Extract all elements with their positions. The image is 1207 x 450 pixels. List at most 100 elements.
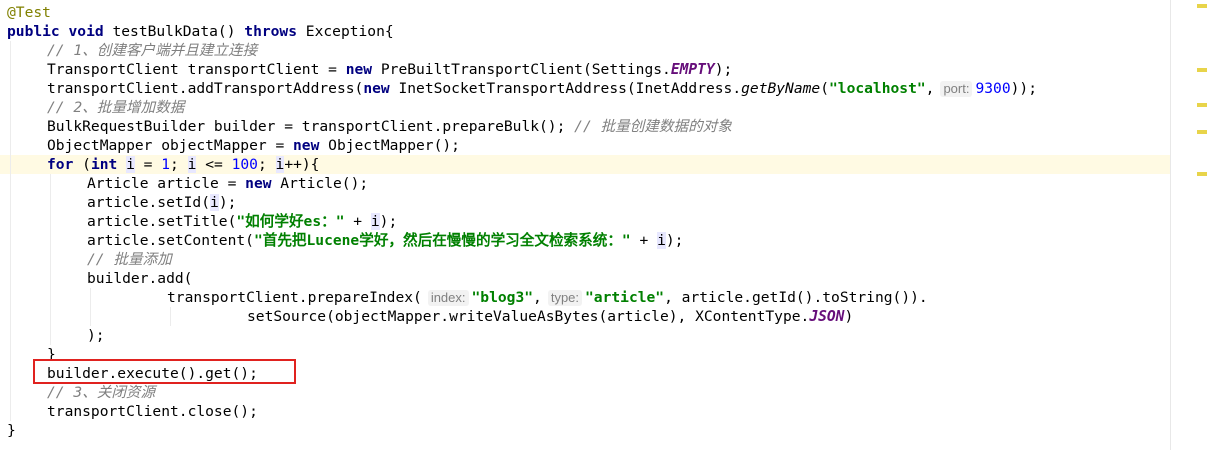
parameter-hint: port: (940, 81, 973, 97)
code-line: BulkRequestBuilder builder = transportCl… (0, 117, 1170, 136)
comment: // 1、创建客户端并且建立连接 (47, 42, 258, 59)
keyword: new (363, 80, 390, 97)
code-text: setSource(objectMapper.writeValueAsBytes… (247, 308, 810, 325)
keyword: for (47, 156, 74, 173)
code-line: public void testBulkData() throws Except… (0, 22, 1170, 41)
code-line: // 1、创建客户端并且建立连接 (0, 41, 1170, 60)
keyword: new (345, 61, 373, 78)
code-text: + (344, 213, 371, 230)
number-literal: 1 (161, 156, 171, 173)
code-text: , article.getId().toString()). (664, 289, 928, 306)
code-text: Article(); (271, 175, 369, 192)
code-text: ( (73, 156, 91, 173)
parameter-hint: index: (427, 290, 469, 306)
highlight-box (33, 359, 296, 384)
code-text: article.setId( (87, 194, 211, 211)
code-line-current: for (int i = 1; i <= 100; i++){ (0, 155, 1170, 174)
warning-marker[interactable] (1197, 130, 1207, 134)
string-literal: "首先把Lucene学好，然后在慢慢的学习全文检索系统：" (253, 232, 631, 249)
comment: // 2、批量增加数据 (47, 99, 185, 116)
parameter-hint: type: (547, 290, 583, 306)
code-text: + (630, 232, 658, 249)
code-text: } (7, 422, 16, 439)
code-line: article.setTitle("如何学好es：" + i); (0, 212, 1170, 231)
code-text: , (533, 289, 542, 306)
code-text: Article article = (87, 175, 246, 192)
string-literal: "article" (585, 289, 665, 306)
code-text: ; (170, 156, 188, 173)
code-editor[interactable]: @Test public void testBulkData() throws … (0, 0, 1170, 450)
keyword: int (90, 156, 118, 173)
code-text: ObjectMapper(); (319, 137, 460, 154)
keyword: new (293, 137, 320, 154)
code-text: BulkRequestBuilder builder = transportCl… (47, 118, 575, 135)
code-text: TransportClient transportClient = (47, 61, 346, 78)
loop-variable: i (126, 156, 135, 173)
code-text: )); (1010, 80, 1037, 97)
keyword: public (7, 23, 60, 40)
loop-variable: i (275, 156, 285, 173)
code-text: Exception{ (305, 23, 394, 40)
comment: // 3、关闭资源 (47, 384, 156, 401)
code-text: transportClient.prepareIndex( (167, 289, 422, 306)
string-literal: "blog3" (471, 289, 534, 306)
static-field: JSON (809, 308, 845, 325)
code-line: builder.add( (0, 269, 1170, 288)
code-text: ); (665, 232, 684, 249)
code-line: transportClient.prepareIndex( index: "blog… (0, 288, 1170, 307)
code-line: setSource(objectMapper.writeValueAsBytes… (0, 307, 1170, 326)
number-literal: 100 (231, 156, 258, 173)
code-text: = (134, 156, 162, 173)
keyword: void (68, 23, 104, 40)
code-line: transportClient.addTransportAddress(new … (0, 79, 1170, 98)
comment: // 批量添加 (87, 251, 172, 268)
code-line: ); (0, 326, 1170, 345)
code-text: , (925, 80, 935, 97)
code-line: ObjectMapper objectMapper = new ObjectMa… (0, 136, 1170, 155)
code-line: article.setContent("首先把Lucene学好，然后在慢慢的学习… (0, 231, 1170, 250)
string-literal: "如何学好es：" (236, 213, 345, 230)
number-literal: 9300 (975, 80, 1011, 97)
test-annotation: @Test (7, 4, 51, 21)
keyword: throws (244, 23, 297, 40)
static-field: EMPTY (670, 61, 715, 78)
error-stripe[interactable] (1170, 0, 1207, 450)
code-text: article.setContent( (87, 232, 254, 249)
warning-marker[interactable] (1197, 172, 1207, 176)
loop-variable: i (210, 194, 219, 211)
code-text: InetSocketTransportAddress(InetAddress. (389, 80, 742, 97)
code-text: <= (196, 156, 232, 173)
code-text: PreBuiltTransportClient(Settings. (372, 61, 671, 78)
warning-marker[interactable] (1197, 4, 1207, 8)
comment: // 批量创建数据的对象 (574, 118, 732, 135)
code-text: ); (87, 327, 105, 344)
code-text: transportClient.addTransportAddress( (47, 80, 364, 97)
keyword: new (245, 175, 272, 192)
code-line: } (0, 421, 1170, 440)
code-text: ( (820, 80, 829, 97)
loop-variable: i (370, 213, 380, 230)
code-text: builder.add( (87, 270, 193, 287)
code-line: // 3、关闭资源 (0, 383, 1170, 402)
warning-marker[interactable] (1197, 68, 1207, 72)
code-text: ObjectMapper objectMapper = (47, 137, 294, 154)
loop-variable: i (657, 232, 666, 249)
code-line: TransportClient transportClient = new Pr… (0, 60, 1170, 79)
code-line: transportClient.close(); (0, 402, 1170, 421)
static-method: getByName (741, 80, 821, 97)
code-line: Article article = new Article(); (0, 174, 1170, 193)
code-text: ++){ (284, 156, 320, 173)
code-text: ; (257, 156, 276, 173)
code-text: transportClient.close(); (47, 403, 258, 420)
warning-marker[interactable] (1197, 103, 1207, 107)
code-text: ); (714, 61, 733, 78)
method-name: testBulkData() (112, 23, 236, 40)
code-text: article.setTitle( (87, 213, 237, 230)
code-text: ) (844, 308, 854, 325)
code-text: ); (218, 194, 237, 211)
code-line: @Test (0, 3, 1170, 22)
code-text: ); (379, 213, 398, 230)
string-literal: "localhost" (829, 80, 926, 97)
code-line: // 2、批量增加数据 (0, 98, 1170, 117)
